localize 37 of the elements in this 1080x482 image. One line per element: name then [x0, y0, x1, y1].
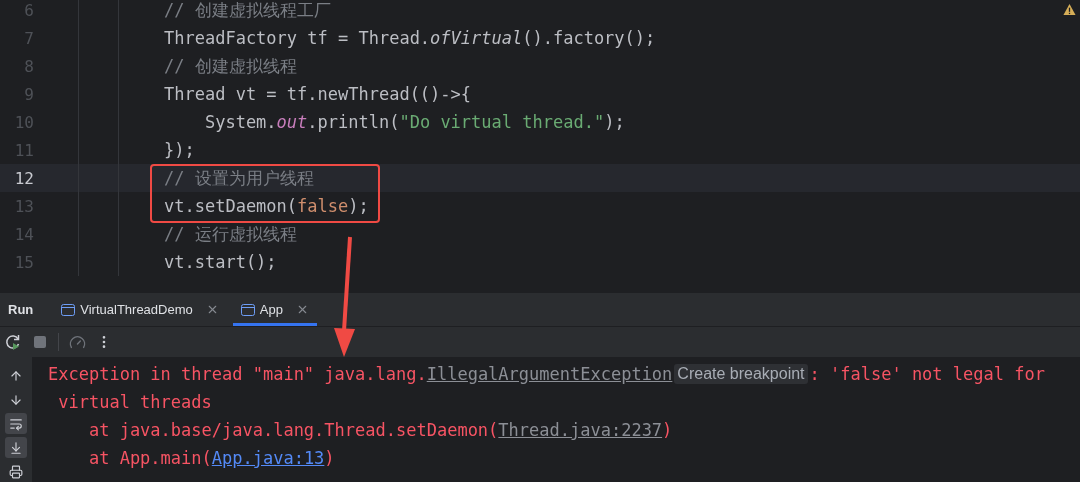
line-number: 12 — [13, 168, 34, 188]
run-tab[interactable]: App — [232, 293, 317, 326]
window-icon — [240, 303, 255, 316]
warning-icon[interactable] — [1063, 3, 1076, 16]
printer-icon — [9, 464, 23, 479]
rerun-button[interactable] — [4, 333, 22, 351]
code-line: // 创建虚拟线程工厂 — [164, 0, 331, 22]
window-icon — [61, 303, 76, 316]
console-text: at java.base/java.lang.Thread.setDaemon( — [87, 420, 499, 440]
gauge-icon — [69, 333, 86, 351]
source-reference[interactable]: IllegalArgumentException — [426, 364, 673, 384]
console-text: at App.main( — [87, 448, 212, 468]
code-line: vt.setDaemon(false); — [164, 196, 369, 216]
code-line: vt.start(); — [164, 252, 277, 272]
wrap-icon — [9, 416, 23, 431]
stop-icon — [32, 334, 48, 350]
code-line: System.out.println("Do virtual thread."); — [203, 112, 625, 132]
rerun-icon — [4, 333, 22, 351]
code-line: }); — [164, 140, 195, 160]
panel-title: Run — [8, 302, 34, 317]
run-tab[interactable]: VirtualThreadDemo — [53, 293, 227, 326]
arrow-to-line-icon — [9, 440, 23, 455]
code-line: Thread vt = tf.newThread(()->{ — [164, 84, 472, 104]
console-text: ) — [662, 420, 673, 440]
code-line: // 运行虚拟线程 — [164, 222, 297, 246]
scroll-to-end-button[interactable] — [5, 437, 27, 458]
console-text: virtual threads — [57, 392, 212, 412]
soft-wrap-button[interactable] — [5, 413, 27, 434]
console-text: ) — [324, 448, 335, 468]
console-text: : 'false' not legal for — [809, 364, 1045, 384]
code-line: ThreadFactory tf = Thread.ofVirtual().factory(); — [164, 28, 656, 48]
code-line: // 设置为用户线程 — [164, 166, 314, 190]
source-link[interactable]: App.java:13 — [211, 448, 325, 468]
create-breakpoint-hint[interactable]: Create breakpoint — [674, 364, 808, 384]
code-line: // 创建虚拟线程 — [164, 54, 297, 78]
source-reference[interactable]: Thread.java:2237 — [498, 420, 663, 440]
console-text: Exception in thread "main" java.lang. — [48, 364, 427, 384]
